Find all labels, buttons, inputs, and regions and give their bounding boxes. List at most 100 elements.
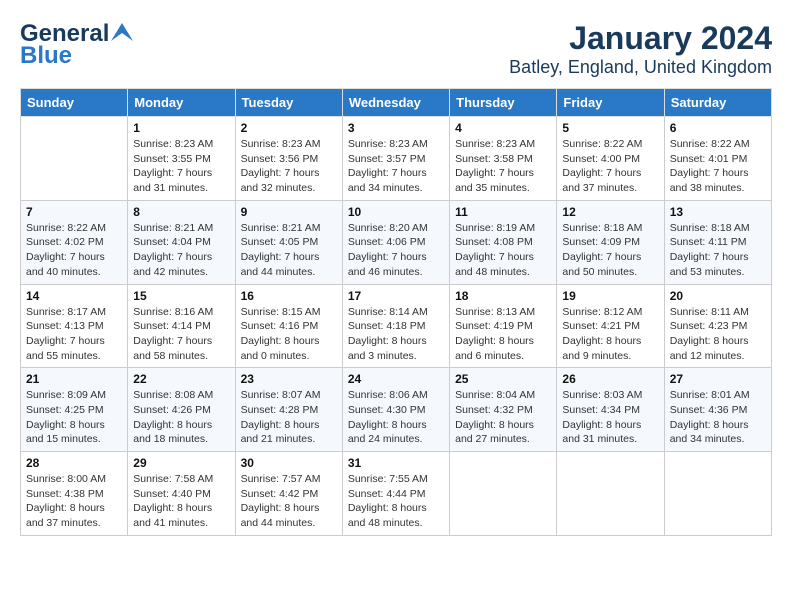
- calendar-week-2: 7 Sunrise: 8:22 AM Sunset: 4:02 PM Daylig…: [21, 200, 772, 284]
- day-info: Sunrise: 8:22 AM Sunset: 4:01 PM Dayligh…: [670, 137, 766, 196]
- calendar-week-3: 14 Sunrise: 8:17 AM Sunset: 4:13 PM Dayli…: [21, 284, 772, 368]
- header: General Blue January 2024 Batley, Englan…: [20, 20, 772, 78]
- calendar-cell: 1 Sunrise: 8:23 AM Sunset: 3:55 PM Daylig…: [128, 117, 235, 201]
- title-area: January 2024 Batley, England, United Kin…: [509, 20, 772, 78]
- month-title: January 2024: [509, 20, 772, 57]
- calendar-cell: [21, 117, 128, 201]
- calendar-cell: 17 Sunrise: 8:14 AM Sunset: 4:18 PM Dayli…: [342, 284, 449, 368]
- day-number: 17: [348, 289, 444, 303]
- day-number: 25: [455, 372, 551, 386]
- day-info: Sunrise: 8:14 AM Sunset: 4:18 PM Dayligh…: [348, 305, 444, 364]
- day-number: 1: [133, 121, 229, 135]
- calendar-week-4: 21 Sunrise: 8:09 AM Sunset: 4:25 PM Dayli…: [21, 368, 772, 452]
- calendar-cell: 26Sunrise: 8:03 AM Sunset: 4:34 PM Dayli…: [557, 368, 664, 452]
- day-info: Sunrise: 8:09 AM Sunset: 4:25 PM Dayligh…: [26, 388, 122, 447]
- calendar-cell: 31Sunrise: 7:55 AM Sunset: 4:44 PM Dayli…: [342, 452, 449, 536]
- day-number: 28: [26, 456, 122, 470]
- day-number: 12: [562, 205, 658, 219]
- calendar-cell: 4Sunrise: 8:23 AM Sunset: 3:58 PM Daylig…: [450, 117, 557, 201]
- logo-bird-icon: [111, 23, 133, 41]
- weekday-header-thursday: Thursday: [450, 89, 557, 117]
- day-number: 16: [241, 289, 337, 303]
- calendar-cell: 25 Sunrise: 8:04 AM Sunset: 4:32 PM Dayli…: [450, 368, 557, 452]
- calendar-cell: 24 Sunrise: 8:06 AM Sunset: 4:30 PM Dayli…: [342, 368, 449, 452]
- day-number: 27: [670, 372, 766, 386]
- day-info: Sunrise: 8:03 AM Sunset: 4:34 PM Dayligh…: [562, 388, 658, 447]
- calendar-cell: 13 Sunrise: 8:18 AM Sunset: 4:11 PM Dayli…: [664, 200, 771, 284]
- day-info: Sunrise: 8:18 AM Sunset: 4:11 PM Dayligh…: [670, 221, 766, 280]
- calendar-cell: 16 Sunrise: 8:15 AM Sunset: 4:16 PM Dayli…: [235, 284, 342, 368]
- day-info: Sunrise: 8:13 AM Sunset: 4:19 PM Dayligh…: [455, 305, 551, 364]
- day-info: Sunrise: 8:12 AM Sunset: 4:21 PM Dayligh…: [562, 305, 658, 364]
- day-info: Sunrise: 8:23 AM Sunset: 3:55 PM Dayligh…: [133, 137, 229, 196]
- day-number: 19: [562, 289, 658, 303]
- day-number: 14: [26, 289, 122, 303]
- day-info: Sunrise: 7:58 AM Sunset: 4:40 PM Dayligh…: [133, 472, 229, 531]
- day-info: Sunrise: 8:11 AM Sunset: 4:23 PM Dayligh…: [670, 305, 766, 364]
- day-info: Sunrise: 8:04 AM Sunset: 4:32 PM Dayligh…: [455, 388, 551, 447]
- calendar-cell: 14 Sunrise: 8:17 AM Sunset: 4:13 PM Dayli…: [21, 284, 128, 368]
- calendar-cell: 20 Sunrise: 8:11 AM Sunset: 4:23 PM Dayli…: [664, 284, 771, 368]
- day-number: 18: [455, 289, 551, 303]
- weekday-header-saturday: Saturday: [664, 89, 771, 117]
- day-number: 24: [348, 372, 444, 386]
- day-info: Sunrise: 8:00 AM Sunset: 4:38 PM Dayligh…: [26, 472, 122, 531]
- calendar-body: 1 Sunrise: 8:23 AM Sunset: 3:55 PM Daylig…: [21, 117, 772, 536]
- calendar-cell: 29Sunrise: 7:58 AM Sunset: 4:40 PM Dayli…: [128, 452, 235, 536]
- day-number: 22: [133, 372, 229, 386]
- calendar-cell: 8 Sunrise: 8:21 AM Sunset: 4:04 PM Daylig…: [128, 200, 235, 284]
- calendar-cell: 22 Sunrise: 8:08 AM Sunset: 4:26 PM Dayli…: [128, 368, 235, 452]
- calendar-cell: 23Sunrise: 8:07 AM Sunset: 4:28 PM Dayli…: [235, 368, 342, 452]
- calendar-cell: 15 Sunrise: 8:16 AM Sunset: 4:14 PM Dayli…: [128, 284, 235, 368]
- day-info: Sunrise: 7:57 AM Sunset: 4:42 PM Dayligh…: [241, 472, 337, 531]
- weekday-header-wednesday: Wednesday: [342, 89, 449, 117]
- day-info: Sunrise: 8:22 AM Sunset: 4:00 PM Dayligh…: [562, 137, 658, 196]
- day-info: Sunrise: 8:23 AM Sunset: 3:56 PM Dayligh…: [241, 137, 337, 196]
- day-number: 21: [26, 372, 122, 386]
- day-number: 10: [348, 205, 444, 219]
- day-number: 8: [133, 205, 229, 219]
- calendar-week-1: 1 Sunrise: 8:23 AM Sunset: 3:55 PM Daylig…: [21, 117, 772, 201]
- calendar-cell: 2Sunrise: 8:23 AM Sunset: 3:56 PM Daylig…: [235, 117, 342, 201]
- day-info: Sunrise: 8:22 AM Sunset: 4:02 PM Dayligh…: [26, 221, 122, 280]
- day-info: Sunrise: 8:21 AM Sunset: 4:04 PM Dayligh…: [133, 221, 229, 280]
- day-info: Sunrise: 8:17 AM Sunset: 4:13 PM Dayligh…: [26, 305, 122, 364]
- calendar-cell: [664, 452, 771, 536]
- calendar-cell: 10 Sunrise: 8:20 AM Sunset: 4:06 PM Dayli…: [342, 200, 449, 284]
- day-info: Sunrise: 8:01 AM Sunset: 4:36 PM Dayligh…: [670, 388, 766, 447]
- calendar-cell: 19 Sunrise: 8:12 AM Sunset: 4:21 PM Dayli…: [557, 284, 664, 368]
- calendar-cell: 28 Sunrise: 8:00 AM Sunset: 4:38 PM Dayli…: [21, 452, 128, 536]
- day-info: Sunrise: 8:08 AM Sunset: 4:26 PM Dayligh…: [133, 388, 229, 447]
- day-number: 23: [241, 372, 337, 386]
- logo: General Blue: [20, 20, 133, 70]
- calendar-cell: 27 Sunrise: 8:01 AM Sunset: 4:36 PM Dayli…: [664, 368, 771, 452]
- day-info: Sunrise: 8:16 AM Sunset: 4:14 PM Dayligh…: [133, 305, 229, 364]
- day-info: Sunrise: 8:06 AM Sunset: 4:30 PM Dayligh…: [348, 388, 444, 447]
- day-number: 20: [670, 289, 766, 303]
- weekday-header-row: SundayMondayTuesdayWednesdayThursdayFrid…: [21, 89, 772, 117]
- calendar-cell: 9Sunrise: 8:21 AM Sunset: 4:05 PM Daylig…: [235, 200, 342, 284]
- day-info: Sunrise: 8:15 AM Sunset: 4:16 PM Dayligh…: [241, 305, 337, 364]
- day-number: 11: [455, 205, 551, 219]
- calendar-table: SundayMondayTuesdayWednesdayThursdayFrid…: [20, 88, 772, 536]
- day-info: Sunrise: 8:19 AM Sunset: 4:08 PM Dayligh…: [455, 221, 551, 280]
- day-number: 7: [26, 205, 122, 219]
- day-number: 15: [133, 289, 229, 303]
- day-info: Sunrise: 8:21 AM Sunset: 4:05 PM Dayligh…: [241, 221, 337, 280]
- calendar-cell: 30 Sunrise: 7:57 AM Sunset: 4:42 PM Dayli…: [235, 452, 342, 536]
- day-number: 13: [670, 205, 766, 219]
- day-number: 30: [241, 456, 337, 470]
- calendar-cell: 7 Sunrise: 8:22 AM Sunset: 4:02 PM Daylig…: [21, 200, 128, 284]
- calendar-cell: 12 Sunrise: 8:18 AM Sunset: 4:09 PM Dayli…: [557, 200, 664, 284]
- calendar-cell: 5 Sunrise: 8:22 AM Sunset: 4:00 PM Daylig…: [557, 117, 664, 201]
- calendar-cell: [557, 452, 664, 536]
- calendar-cell: 3Sunrise: 8:23 AM Sunset: 3:57 PM Daylig…: [342, 117, 449, 201]
- location-title: Batley, England, United Kingdom: [509, 57, 772, 78]
- weekday-header-tuesday: Tuesday: [235, 89, 342, 117]
- day-info: Sunrise: 8:23 AM Sunset: 3:58 PM Dayligh…: [455, 137, 551, 196]
- day-number: 3: [348, 121, 444, 135]
- day-info: Sunrise: 8:20 AM Sunset: 4:06 PM Dayligh…: [348, 221, 444, 280]
- calendar-cell: [450, 452, 557, 536]
- day-number: 5: [562, 121, 658, 135]
- day-info: Sunrise: 8:18 AM Sunset: 4:09 PM Dayligh…: [562, 221, 658, 280]
